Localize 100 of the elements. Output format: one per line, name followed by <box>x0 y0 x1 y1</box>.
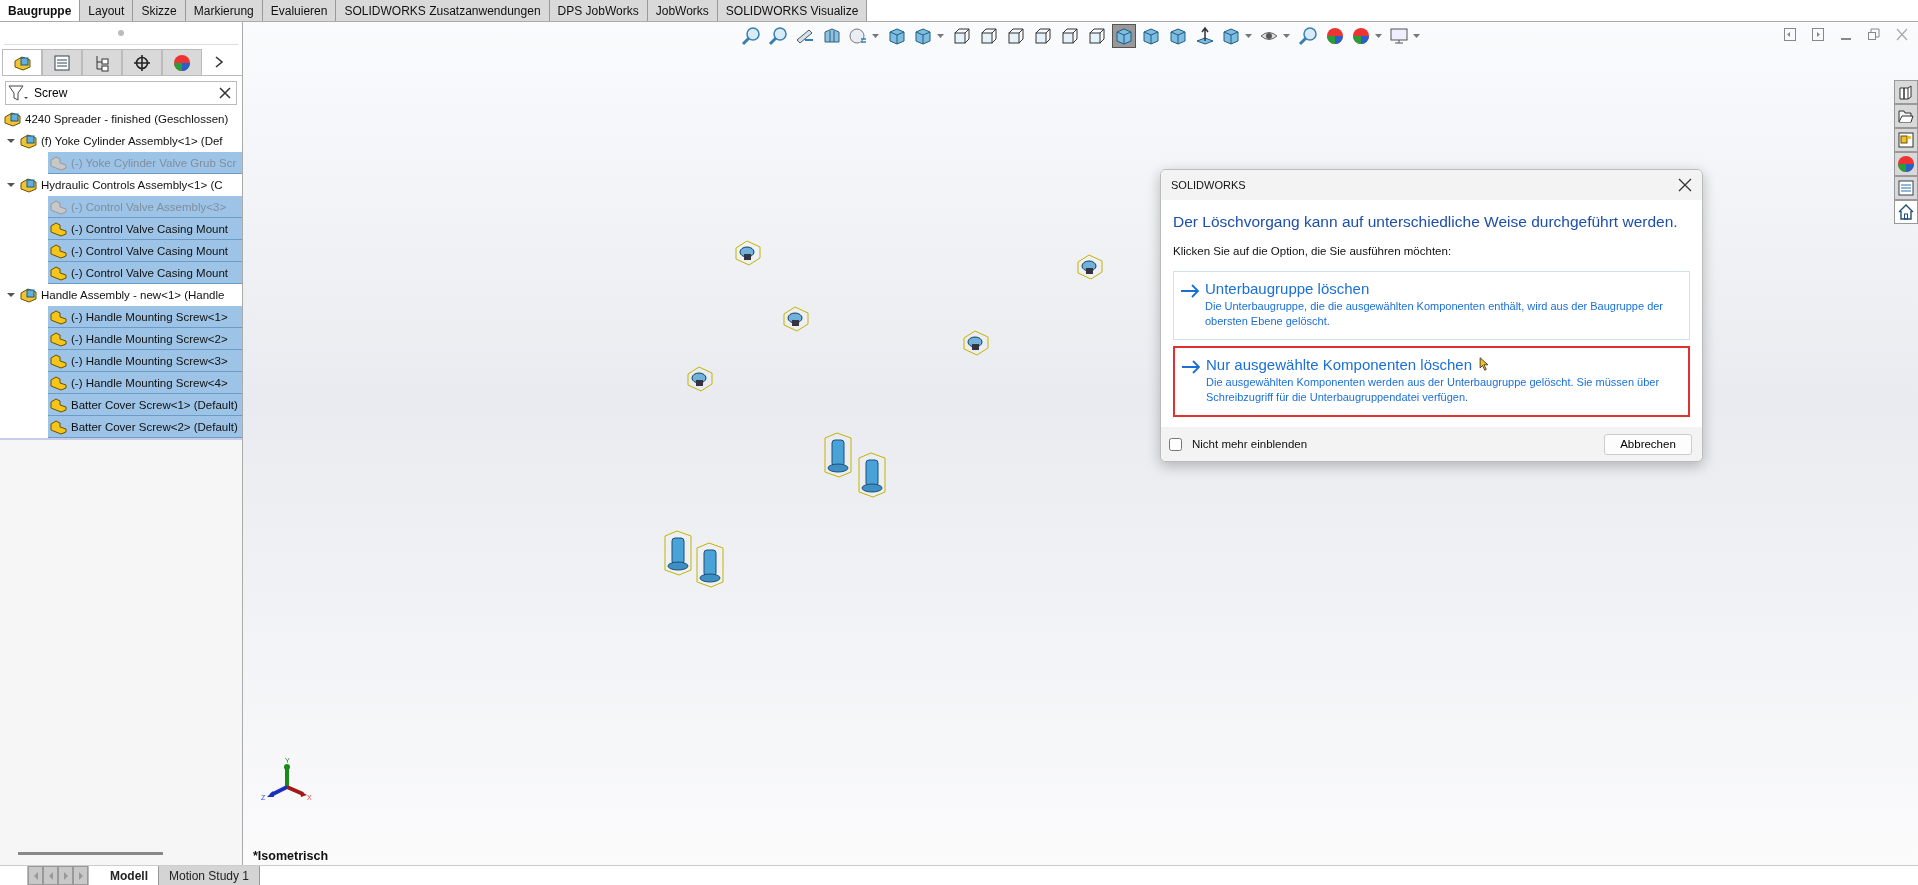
tree-item[interactable]: (f) Yoke Cylinder Assembly<1> (Def <box>0 130 242 152</box>
task-pane-tab[interactable] <box>1894 200 1918 224</box>
ribbon-tab[interactable]: Evaluieren <box>262 0 337 21</box>
view-palette-icon <box>1898 132 1914 148</box>
assembly-icon <box>4 111 21 127</box>
panel-tab[interactable] <box>122 49 162 75</box>
caret-icon[interactable] <box>6 180 16 190</box>
magnifier-icon <box>740 26 761 46</box>
screw-model-drawing <box>1077 254 1103 280</box>
cancel-button[interactable]: Abbrechen <box>1604 433 1692 455</box>
filter-field[interactable]: Screw <box>5 81 237 105</box>
tree-item[interactable]: (-) Handle Mounting Screw<1> <box>48 306 242 328</box>
dialog-heading: Der Löschvorgang kann auf unterschiedliche Weise durchgeführt werden. <box>1173 213 1679 231</box>
ribbon-tab[interactable]: Markierung <box>185 0 263 21</box>
collapse-handle[interactable] <box>118 30 124 36</box>
color-ball-icon <box>1896 154 1916 174</box>
ribbon-tab[interactable]: Layout <box>80 0 134 21</box>
tree-item[interactable]: (-) Handle Mounting Screw<4> <box>48 372 242 394</box>
part-icon <box>50 308 67 325</box>
tree-item[interactable]: 4240 Spreader - finished (Geschlossen) <box>0 108 242 130</box>
part-icon <box>50 198 67 215</box>
arrow-right-icon <box>1181 360 1201 374</box>
scrollbar[interactable] <box>18 852 163 855</box>
restore-icon[interactable] <box>1868 28 1880 41</box>
screw-model-drawing <box>735 240 761 266</box>
part-icon <box>50 352 67 369</box>
ribbon-tab[interactable]: Skizze <box>133 0 186 21</box>
tree-item[interactable]: (-) Handle Mounting Screw<3> <box>48 350 242 372</box>
clear-icon[interactable] <box>219 87 231 99</box>
screw-model-drawing <box>963 330 989 356</box>
books-icon <box>1898 84 1914 100</box>
property-list-icon <box>53 53 71 72</box>
ribbon-tab[interactable]: JobWorks <box>647 0 718 21</box>
part-icon <box>50 264 67 281</box>
tree-item[interactable]: (-) Control Valve Casing Mount <box>48 262 242 284</box>
tree-item[interactable]: (-) Control Valve Casing Mount <box>48 240 242 262</box>
wireframe-cube-icon <box>1059 26 1080 46</box>
part-icon <box>50 154 67 171</box>
tree-item[interactable]: Batter Cover Screw<1> (Default) <box>48 394 242 416</box>
configuration-icon <box>93 53 111 72</box>
caret-icon[interactable] <box>6 290 16 300</box>
folder-icon <box>1898 108 1914 124</box>
part-icon <box>50 396 67 413</box>
view-tool-button[interactable] <box>1111 24 1136 48</box>
assembly-icon <box>13 54 31 71</box>
assembly-icon <box>20 133 37 149</box>
task-pane-tab[interactable] <box>1894 104 1918 128</box>
wireframe-cube-icon <box>1005 26 1026 46</box>
monitor-icon <box>1388 26 1409 46</box>
wireframe-cube-icon <box>1032 26 1053 46</box>
task-pane-tab[interactable] <box>1894 80 1918 104</box>
bottom-tab[interactable]: Motion Study 1 <box>159 866 261 885</box>
right-arrow-icon <box>61 870 70 881</box>
caret-icon[interactable] <box>6 136 16 146</box>
task-pane-tab[interactable] <box>1894 152 1918 176</box>
dropdown-caret-icon <box>1374 34 1382 38</box>
dropdown-caret-icon <box>871 34 879 38</box>
cube-icon <box>1167 26 1188 46</box>
tile-right-icon[interactable] <box>1812 28 1824 41</box>
screw-model-drawing <box>783 306 809 332</box>
wireframe-cube-icon <box>1086 26 1107 46</box>
arrow-right-icon <box>1180 284 1200 298</box>
option-button[interactable]: Unterbaugruppe löschen Die Unterbaugruppe, die die ausgewählten Komponenten enthält, wird aus der Baugruppe der obersten Ebene gelöscht. <box>1173 271 1690 340</box>
crosshair-icon <box>133 53 151 72</box>
part-icon <box>50 330 67 347</box>
part-icon <box>50 242 67 259</box>
normal-to-icon <box>1194 26 1215 46</box>
close-icon[interactable] <box>1678 178 1692 192</box>
dialog-title: SOLIDWORKS <box>1171 179 1246 191</box>
property-list-icon <box>1898 180 1914 196</box>
task-pane-tab[interactable] <box>1894 128 1918 152</box>
magnifier-icon <box>767 26 788 46</box>
checkbox-input[interactable] <box>1169 437 1182 451</box>
ribbon-tab[interactable]: SOLIDWORKS Visualize <box>717 0 868 21</box>
tree-item[interactable]: Batter Cover Screw<2> (Default) <box>48 416 242 438</box>
filter-icon <box>8 84 30 102</box>
option-title: Unterbaugruppe löschen <box>1205 280 1370 297</box>
tree-item[interactable]: Handle Assembly - new<1> (Handle <box>0 284 242 306</box>
wireframe-cube-icon <box>978 26 999 46</box>
part-icon <box>50 374 67 391</box>
option-description: Die Unterbaugruppe, die die ausgewählten Komponenten enthält, wird aus der Baugruppe der obersten Ebene gelöscht. <box>1205 299 1665 329</box>
chevron-right-icon[interactable] <box>214 56 224 68</box>
tree-item[interactable]: (-) Handle Mounting Screw<2> <box>48 328 242 350</box>
ribbon-tab[interactable]: SOLIDWORKS Zusatzanwendungen <box>336 0 550 21</box>
mouse-cursor-icon <box>1479 357 1489 371</box>
tile-left-icon[interactable] <box>1784 28 1796 41</box>
part-icon <box>50 220 67 237</box>
ribbon-tab[interactable]: DPS JobWorks <box>549 0 648 21</box>
screw-model-drawing <box>663 530 693 576</box>
option-button[interactable]: Nur ausgewählte Komponenten löschen Die ausgewählten Komponenten werden aus der Unterbaugruppe gelöscht. Sie müssen über Schreibzugriff für die Unterbaugruppendatei verfügen. <box>1173 346 1690 417</box>
tree-item[interactable]: Hydraulic Controls Assembly<1> (C <box>0 174 242 196</box>
tree-item[interactable]: (-) Control Valve Casing Mount <box>48 218 242 240</box>
cube-icon <box>1220 26 1241 46</box>
checkbox-label: Nicht mehr einblenden <box>1192 438 1308 450</box>
color-ball-icon <box>172 52 192 73</box>
option-description: Die ausgewählten Komponenten werden aus der Unterbaugruppe gelöscht. Sie müssen über Schreibzugriff für die Unterbaugruppendatei verfügen. <box>1206 375 1661 405</box>
color-ball-icon <box>1324 26 1345 46</box>
screw-model-drawing <box>695 542 725 588</box>
cube-icon <box>912 26 933 46</box>
option-title: Nur ausgewählte Komponenten löschen <box>1206 356 1472 373</box>
